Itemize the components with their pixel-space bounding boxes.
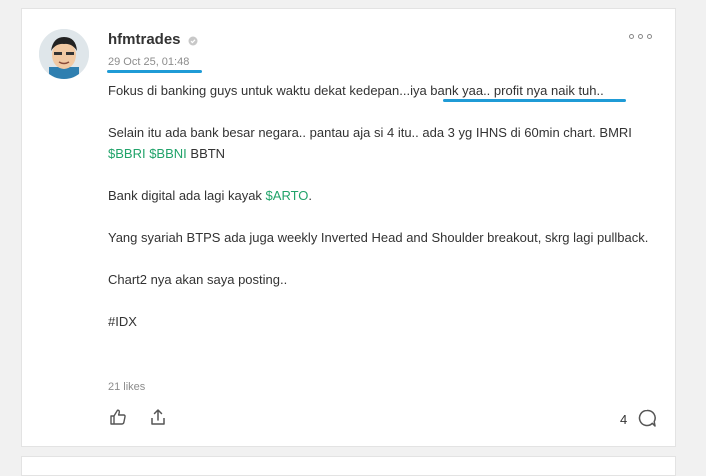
paragraph-text: BBTN <box>186 146 226 161</box>
comment-bubble-icon[interactable] <box>637 408 657 428</box>
more-dot <box>638 34 643 39</box>
post-paragraph: Selain itu ada bank besar negara.. panta… <box>108 122 668 164</box>
avatar-image <box>39 29 89 79</box>
post-timestamp[interactable]: 29 Oct 25, 01:48 <box>108 56 189 68</box>
post-paragraph: Fokus di banking guys untuk waktu dekat … <box>108 83 604 98</box>
cashtag-bbni[interactable]: $BBNI <box>149 146 187 161</box>
comment-count: 4 <box>620 412 628 427</box>
likes-count[interactable]: 21 likes <box>108 381 145 393</box>
thumbs-up-icon[interactable] <box>109 408 127 426</box>
paragraph-text: . <box>308 188 313 203</box>
cashtag-arto[interactable]: $ARTO <box>266 188 309 203</box>
timestamp-underline <box>107 70 202 73</box>
paragraph-text: Selain itu ada bank besar negara.. panta… <box>108 125 632 140</box>
share-icon[interactable] <box>149 408 167 426</box>
more-options-icon[interactable] <box>629 34 657 44</box>
post-paragraph: Yang syariah BTPS ada juga weekly Invert… <box>108 230 649 245</box>
cashtag-bbri[interactable]: $BBRI <box>108 146 146 161</box>
paragraph-text: Bank digital ada lagi kayak <box>108 188 266 203</box>
username[interactable]: hfmtrades <box>108 31 181 48</box>
avatar[interactable] <box>39 29 89 79</box>
next-post-card <box>21 456 676 476</box>
post-hashtag[interactable]: #IDX <box>108 311 668 332</box>
verified-icon <box>188 36 198 46</box>
more-dot <box>629 34 634 39</box>
post-card: hfmtrades 29 Oct 25, 01:48 Fokus di bank… <box>21 8 676 447</box>
post-paragraph: Chart2 nya akan saya posting.. <box>108 272 288 287</box>
post-paragraph: Bank digital ada lagi kayak $ARTO. <box>108 185 668 206</box>
more-dot <box>647 34 652 39</box>
post-body: Fokus di banking guys untuk waktu dekat … <box>108 80 668 353</box>
